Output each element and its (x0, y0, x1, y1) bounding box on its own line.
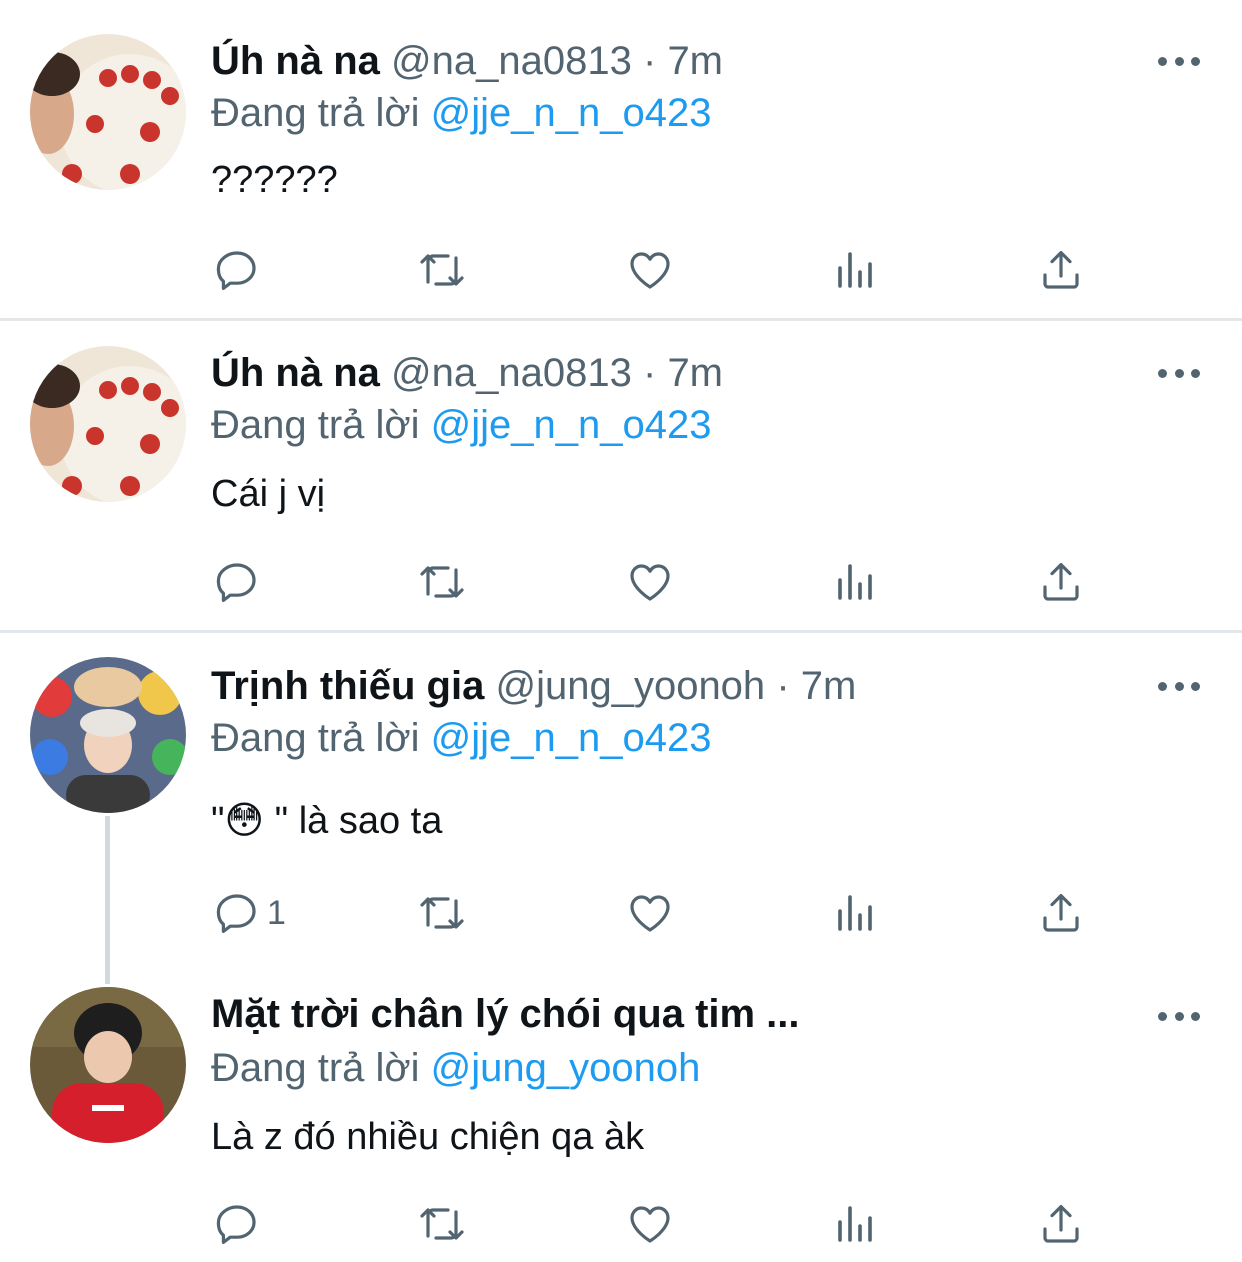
avatar[interactable] (30, 34, 186, 190)
avatar-strawberry-photo (30, 346, 186, 502)
retweet-button[interactable] (418, 552, 466, 612)
retweet-icon (418, 246, 466, 294)
retweet-icon (418, 558, 466, 606)
like-button[interactable] (626, 1194, 674, 1254)
replying-to-mention[interactable]: @jje_n_n_o423 (431, 403, 712, 447)
tweet-header: Trịnh thiếu gia @jung_yoonoh · 7m (211, 661, 1132, 711)
more-options-button[interactable] (1158, 1009, 1200, 1023)
replying-to-label: Đang trả lời (211, 91, 420, 135)
share-button[interactable] (1037, 1194, 1085, 1254)
reply-icon (213, 246, 261, 294)
tweet[interactable]: Úh nà na @na_na0813 · 7m Đang trả lời @j… (0, 0, 1242, 320)
reply-count: 1 (267, 893, 286, 932)
tweet-text: Là z đó nhiều chiện qa àk (211, 1116, 645, 1158)
more-icon (1158, 56, 1167, 66)
replying-to: Đang trả lời @jje_n_n_o423 (211, 88, 712, 138)
user-handle[interactable]: @jung_yoonoh (495, 664, 765, 708)
reply-button[interactable]: 1 (213, 883, 286, 943)
reply-icon (213, 558, 261, 606)
replying-to-mention[interactable]: @jung_yoonoh (431, 1046, 701, 1090)
timestamp[interactable]: 7m (667, 39, 723, 83)
tweet-header: Mặt trời chân lý chói qua tim ... (211, 989, 1132, 1039)
share-button[interactable] (1037, 883, 1085, 943)
tweet-text: ?????? (211, 159, 338, 201)
display-name[interactable]: Úh nà na (211, 39, 380, 83)
more-icon (1158, 368, 1167, 378)
tweet-text: Cái j vị (211, 473, 326, 515)
tweet-text: "😳 " là sao ta (211, 800, 443, 842)
timestamp[interactable]: 7m (801, 664, 857, 708)
display-name[interactable]: Trịnh thiếu gia (211, 664, 484, 708)
share-button[interactable] (1037, 552, 1085, 612)
like-button[interactable] (626, 240, 674, 300)
analytics-icon (832, 889, 880, 937)
user-handle[interactable]: @na_na0813 (391, 351, 632, 395)
tweet-feed: Úh nà na @na_na0813 · 7m Đang trả lời @j… (0, 0, 1242, 1262)
heart-icon (626, 246, 674, 294)
display-name[interactable]: Úh nà na (211, 351, 380, 395)
tweet[interactable]: Mặt trời chân lý chói qua tim ... Đang t… (0, 963, 1242, 1262)
action-bar: 1 (0, 883, 1242, 943)
avatar[interactable] (30, 987, 186, 1143)
tweet-header: Úh nà na @na_na0813 · 7m (211, 348, 1132, 398)
separator-dot: · (776, 664, 790, 708)
heart-icon (626, 1200, 674, 1248)
separator-dot: · (642, 39, 657, 83)
analytics-icon (832, 246, 880, 294)
analytics-icon (832, 1200, 880, 1248)
retweet-button[interactable] (418, 1194, 466, 1254)
views-button[interactable] (832, 883, 880, 943)
share-icon (1037, 246, 1085, 294)
reply-button[interactable] (213, 552, 267, 612)
share-icon (1037, 1200, 1085, 1248)
avatar-red-hoodie-photo (30, 987, 186, 1143)
timestamp[interactable]: 7m (667, 351, 723, 395)
views-button[interactable] (832, 552, 880, 612)
reply-button[interactable] (213, 1194, 267, 1254)
replying-to-mention[interactable]: @jje_n_n_o423 (431, 716, 712, 760)
like-button[interactable] (626, 552, 674, 612)
action-bar (0, 552, 1242, 612)
views-button[interactable] (832, 240, 880, 300)
retweet-button[interactable] (418, 240, 466, 300)
user-handle[interactable]: @na_na0813 (391, 39, 632, 83)
heart-icon (626, 889, 674, 937)
tweet[interactable]: Úh nà na @na_na0813 · 7m Đang trả lời @j… (0, 320, 1242, 632)
avatar[interactable] (30, 346, 186, 502)
more-icon (1158, 681, 1167, 691)
analytics-icon (832, 558, 880, 606)
more-options-button[interactable] (1158, 54, 1200, 68)
replying-to-label: Đang trả lời (211, 716, 420, 760)
display-name[interactable]: Mặt trời chân lý chói qua tim ... (211, 992, 800, 1036)
replying-to: Đang trả lời @jje_n_n_o423 (211, 713, 712, 763)
retweet-icon (418, 1200, 466, 1248)
avatar-plush-toys-photo (30, 657, 186, 813)
heart-icon (626, 558, 674, 606)
more-options-button[interactable] (1158, 366, 1200, 380)
reply-icon (213, 889, 261, 937)
avatar-strawberry-photo (30, 34, 186, 190)
reply-icon (213, 1200, 261, 1248)
more-icon (1158, 1011, 1167, 1021)
tweet[interactable]: Trịnh thiếu gia @jung_yoonoh · 7m Đang t… (0, 633, 1242, 963)
avatar[interactable] (30, 657, 186, 813)
share-button[interactable] (1037, 240, 1085, 300)
replying-to-mention[interactable]: @jje_n_n_o423 (431, 91, 712, 135)
retweet-button[interactable] (418, 883, 466, 943)
share-icon (1037, 558, 1085, 606)
like-button[interactable] (626, 883, 674, 943)
separator-dot: · (642, 351, 657, 395)
views-button[interactable] (832, 1194, 880, 1254)
tweet-header: Úh nà na @na_na0813 · 7m (211, 36, 1132, 86)
retweet-icon (418, 889, 466, 937)
replying-to-label: Đang trả lời (211, 1046, 420, 1090)
action-bar (0, 240, 1242, 300)
more-options-button[interactable] (1158, 679, 1200, 693)
reply-button[interactable] (213, 240, 267, 300)
replying-to-label: Đang trả lời (211, 403, 420, 447)
replying-to: Đang trả lời @jje_n_n_o423 (211, 400, 712, 450)
replying-to: Đang trả lời @jung_yoonoh (211, 1043, 700, 1093)
share-icon (1037, 889, 1085, 937)
action-bar (0, 1194, 1242, 1254)
